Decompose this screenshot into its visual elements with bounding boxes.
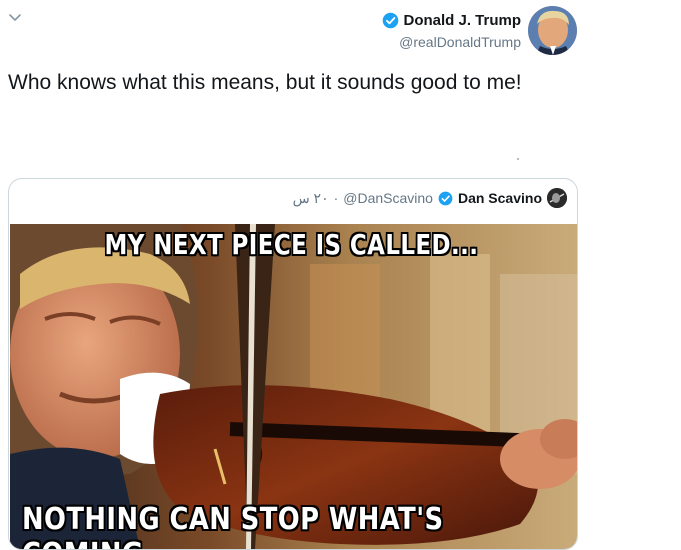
separator-dot [517,158,519,160]
author-handle[interactable]: @realDonaldTrump [382,34,521,50]
meme-caption-bottom: NOTHING CAN STOP WHAT'S COMING. [22,502,444,549]
quoted-author-avatar[interactable] [547,188,567,208]
quoted-avatar-image [547,188,567,208]
quoted-tweet-card[interactable]: ٢٠ س · @DanScavino Dan Scavino MY NEXT P… [8,178,578,550]
avatar-image [528,6,577,55]
quoted-tweet-image[interactable]: MY NEXT PIECE IS CALLED... NOTHING CAN S… [10,224,577,549]
quoted-tweet-timestamp[interactable]: ٢٠ س [293,190,329,207]
header-separator: · [333,190,339,206]
tweet-author[interactable]: Donald J. Trump @realDonaldTrump [382,12,521,50]
author-name[interactable]: Donald J. Trump [403,12,521,29]
meme-caption-top: MY NEXT PIECE IS CALLED... [104,228,479,261]
quoted-author-handle[interactable]: @DanScavino [343,190,433,206]
author-avatar[interactable] [528,6,577,55]
quoted-author-name[interactable]: Dan Scavino [458,190,542,206]
tweet-text: Who knows what this means, but it sounds… [8,71,522,94]
chevron-down-icon[interactable] [8,10,22,24]
verified-badge-icon [383,12,399,29]
meme-image [10,224,577,549]
quoted-tweet-header: ٢٠ س · @DanScavino Dan Scavino [293,188,567,208]
verified-badge-icon [438,191,453,205]
